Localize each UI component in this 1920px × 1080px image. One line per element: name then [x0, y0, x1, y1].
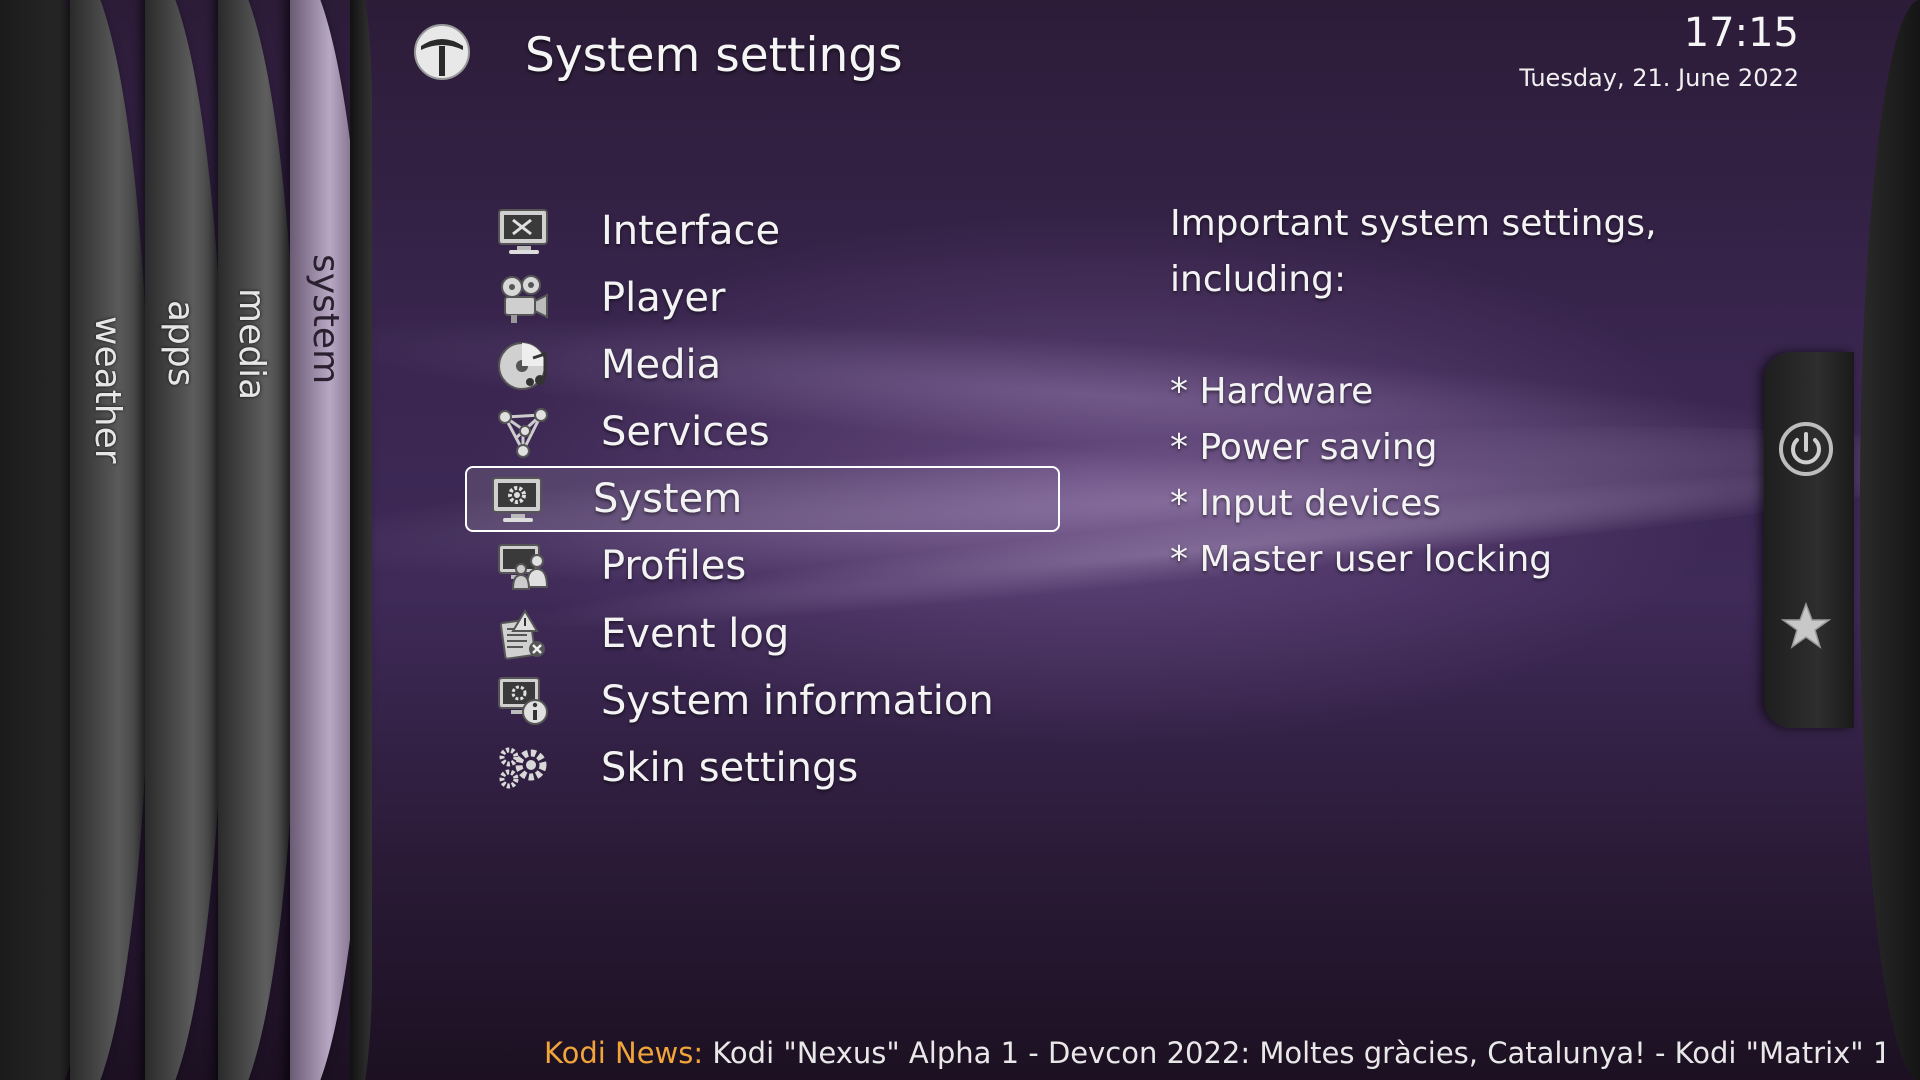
menu-item-skin-settings[interactable]: Skin settings: [465, 737, 1060, 801]
description-heading: Important system settings, including:: [1170, 196, 1730, 308]
skin-settings-icon: [497, 743, 551, 795]
section-tabs: weather apps media system: [0, 0, 380, 1080]
system-information-icon: [497, 676, 551, 728]
favourites-button[interactable]: [1778, 598, 1834, 654]
menu-item-label: Profiles: [601, 543, 747, 589]
description-list: * Hardware * Power saving * Input device…: [1170, 364, 1730, 588]
tab-apps[interactable]: [145, 0, 225, 1080]
description-item: * Input devices: [1170, 483, 1442, 524]
player-icon: [497, 273, 551, 325]
kodi-logo-icon: [412, 22, 472, 82]
description-heading-line: including:: [1170, 259, 1347, 300]
menu-item-media[interactable]: Media: [465, 334, 1060, 398]
right-frame: [1860, 0, 1920, 1080]
power-icon: [1779, 422, 1833, 476]
description-item: * Master user locking: [1170, 539, 1553, 580]
page-title: System settings: [525, 28, 903, 83]
menu-item-label: System: [593, 476, 743, 522]
services-icon: [497, 407, 551, 459]
star-icon: [1780, 601, 1832, 649]
description-panel: Important system settings, including: * …: [1170, 196, 1730, 588]
menu-item-label: Skin settings: [601, 745, 859, 791]
tab-media-label[interactable]: media: [231, 288, 272, 400]
menu-item-label: Interface: [601, 208, 781, 254]
system-icon: [491, 474, 545, 526]
interface-icon: [497, 206, 551, 258]
menu-item-label: Event log: [601, 611, 790, 657]
news-ticker: Kodi News: Kodi "Nexus" Alpha 1 - Devcon…: [544, 1036, 1884, 1076]
tab-weather[interactable]: [70, 0, 150, 1080]
tab-system-label[interactable]: system: [305, 254, 346, 384]
event-log-icon: [497, 609, 551, 661]
power-button[interactable]: [1777, 420, 1835, 478]
menu-item-label: Media: [601, 342, 722, 388]
profiles-icon: [497, 541, 551, 593]
media-icon: [497, 340, 551, 392]
description-item: * Power saving: [1170, 427, 1438, 468]
menu-item-player[interactable]: Player: [465, 267, 1060, 331]
menu-item-services[interactable]: Services: [465, 401, 1060, 465]
menu-item-label: System information: [601, 678, 994, 724]
menu-item-system-information[interactable]: System information: [465, 670, 1060, 734]
menu-item-event-log[interactable]: Event log: [465, 603, 1060, 667]
tab-strip-edge: [350, 0, 372, 1080]
menu-item-interface[interactable]: Interface: [465, 200, 1060, 264]
tab-media[interactable]: [218, 0, 298, 1080]
ticker-text: Kodi "Nexus" Alpha 1 - Devcon 2022: Molt…: [712, 1036, 1884, 1070]
menu-item-label: Player: [601, 275, 726, 321]
ticker-source: Kodi News:: [544, 1036, 713, 1070]
description-item: * Hardware: [1170, 371, 1374, 412]
description-heading-line: Important system settings,: [1170, 203, 1657, 244]
side-button-panel: [1764, 352, 1854, 728]
date: Tuesday, 21. June 2022: [1519, 64, 1799, 92]
menu-item-system[interactable]: System: [465, 466, 1060, 532]
menu-item-profiles[interactable]: Profiles: [465, 535, 1060, 599]
tab-apps-label[interactable]: apps: [160, 300, 201, 387]
clock: 17:15: [1683, 10, 1799, 56]
menu-item-label: Services: [601, 409, 770, 455]
background: weather apps media system System setting…: [0, 0, 1920, 1080]
tab-weather-label[interactable]: weather: [87, 316, 128, 464]
